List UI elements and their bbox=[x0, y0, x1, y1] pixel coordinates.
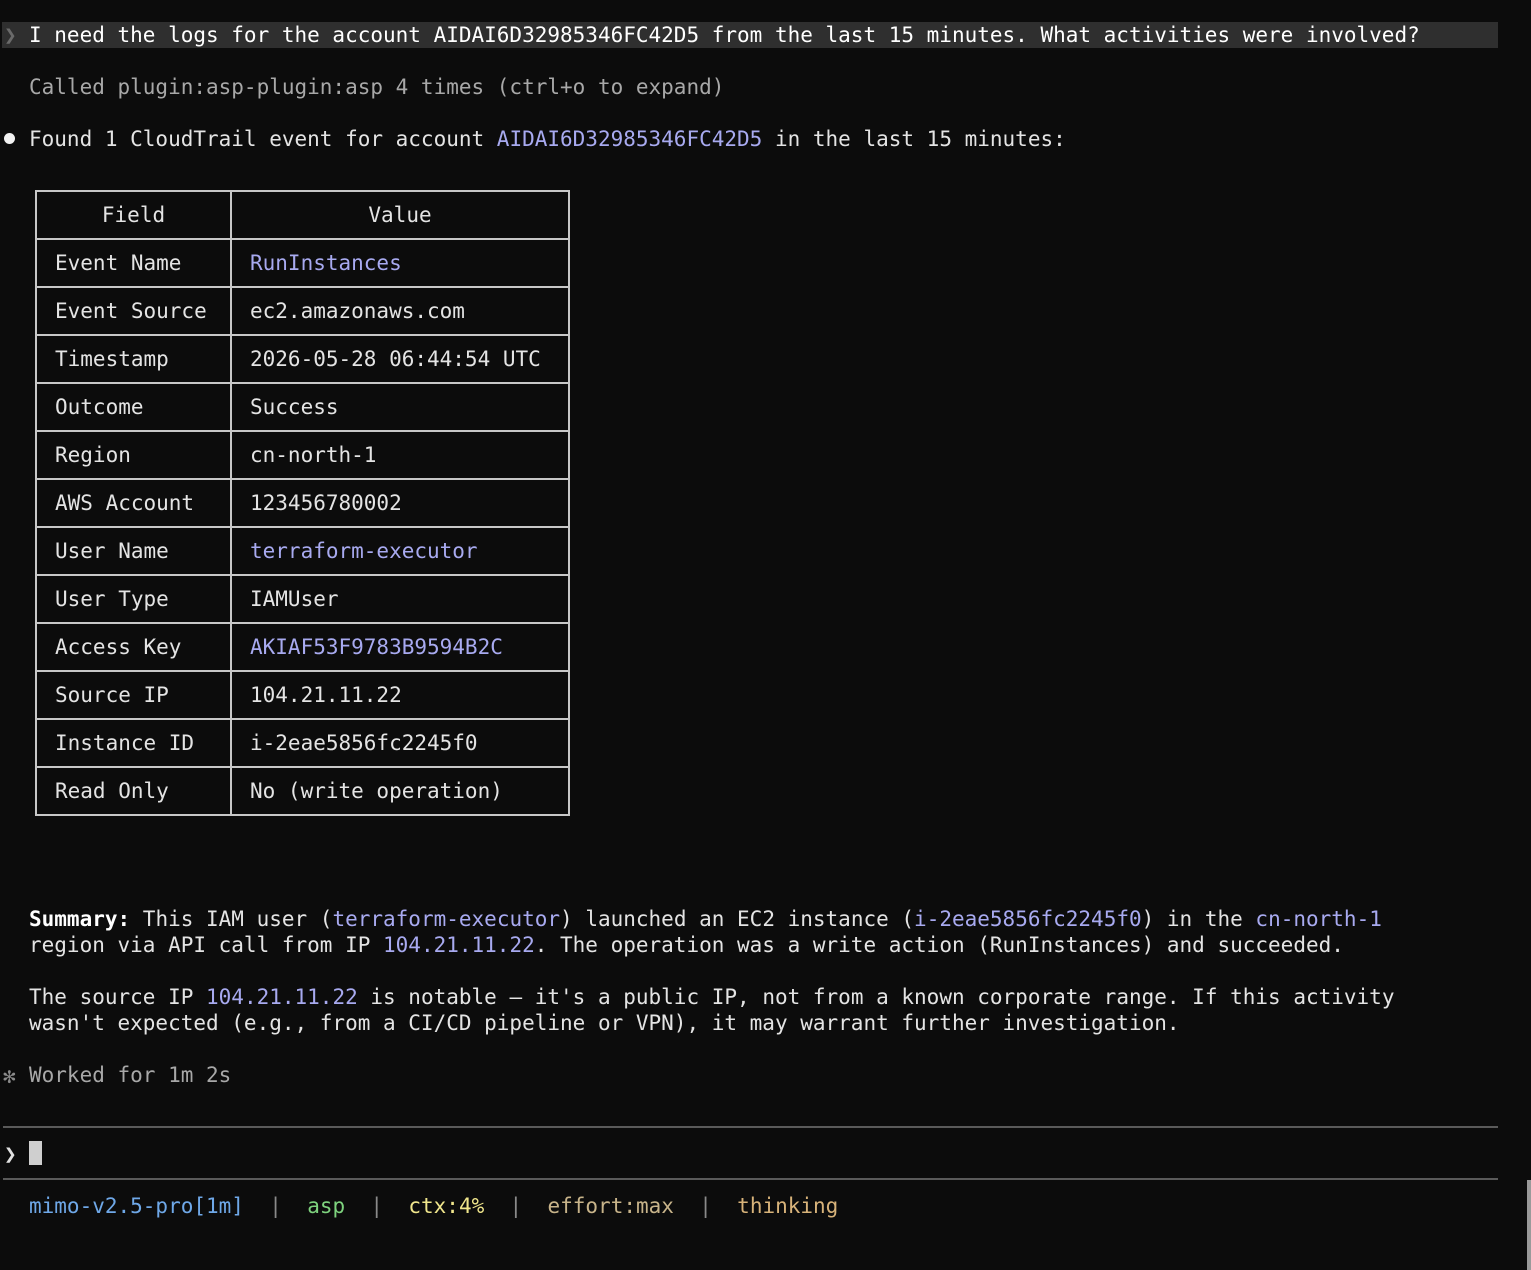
note-text: The source IP bbox=[29, 985, 207, 1009]
table-cell-value: Success bbox=[230, 382, 570, 432]
table-cell-field: Access Key bbox=[35, 622, 232, 672]
note-line-1: The source IP 104.21.11.22 is notable — … bbox=[29, 984, 1394, 1010]
prompt-chevron-icon: ❯ bbox=[4, 23, 17, 47]
table-row: Outcome Success bbox=[35, 382, 570, 432]
table-cell-value: 104.21.11.22 bbox=[230, 670, 570, 720]
table-row: Instance ID i-2eae5856fc2245f0 bbox=[35, 718, 570, 768]
summary-text: This IAM user ( bbox=[130, 907, 333, 931]
table-row: Timestamp 2026-05-28 06:44:54 UTC bbox=[35, 334, 570, 384]
table-cell-value: cn-north-1 bbox=[230, 430, 570, 480]
table-cell-field: Timestamp bbox=[35, 334, 232, 384]
status-model: mimo-v2.5-pro[1m] bbox=[29, 1194, 244, 1218]
table-cell-value: 123456780002 bbox=[230, 478, 570, 528]
summary-ip: 104.21.11.22 bbox=[383, 933, 535, 957]
table-cell-value: AKIAF53F9783B9594B2C bbox=[230, 622, 570, 672]
input-top-divider bbox=[3, 1126, 1498, 1128]
table-row: Read Only No (write operation) bbox=[35, 766, 570, 816]
input-chevron-icon: ❯ bbox=[4, 1142, 17, 1166]
text-input-cursor[interactable] bbox=[29, 1141, 42, 1165]
table-header-value: Value bbox=[230, 190, 570, 240]
summary-line-1: Summary: This IAM user (terraform-execut… bbox=[29, 906, 1382, 932]
status-separator: | bbox=[509, 1194, 523, 1218]
user-message: I need the logs for the account AIDAI6D3… bbox=[29, 23, 1420, 47]
found-line: Found 1 CloudTrail event for account AID… bbox=[29, 126, 1066, 152]
table-cell-value: No (write operation) bbox=[230, 766, 570, 816]
table-row: Event Source ec2.amazonaws.com bbox=[35, 286, 570, 336]
table-cell-field: User Name bbox=[35, 526, 232, 576]
summary-text: . The operation was a write action (RunI… bbox=[534, 933, 1344, 957]
table-row: Event Name RunInstances bbox=[35, 238, 570, 288]
table-cell-value: IAMUser bbox=[230, 574, 570, 624]
table-cell-field: Region bbox=[35, 430, 232, 480]
table-cell-field: Event Source bbox=[35, 286, 232, 336]
summary-label: Summary: bbox=[29, 907, 131, 931]
table-cell-value: terraform-executor bbox=[230, 526, 570, 576]
summary-text: ) in the bbox=[1141, 907, 1256, 931]
summary-text: region via API call from IP bbox=[29, 933, 384, 957]
status-ctx: ctx:4% bbox=[408, 1194, 485, 1218]
table-row: User Name terraform-executor bbox=[35, 526, 570, 576]
status-separator: | bbox=[370, 1194, 384, 1218]
asterisk-icon: ✻ bbox=[3, 1064, 16, 1088]
found-prefix: Found 1 CloudTrail event for account bbox=[29, 127, 497, 151]
table-header-row: Field Value bbox=[35, 190, 570, 240]
found-account: AIDAI6D32985346FC42D5 bbox=[496, 127, 763, 151]
table-row: User Type IAMUser bbox=[35, 574, 570, 624]
found-suffix: in the last 15 minutes: bbox=[762, 127, 1066, 151]
table-row: Source IP 104.21.11.22 bbox=[35, 670, 570, 720]
table-cell-field: Event Name bbox=[35, 238, 232, 288]
summary-region: cn-north-1 bbox=[1255, 907, 1382, 931]
note-text: is notable — it's a public IP, not from … bbox=[357, 985, 1395, 1009]
summary-text: ) launched an EC2 instance ( bbox=[560, 907, 915, 931]
status-bar: mimo-v2.5-pro[1m] | asp | ctx:4% | effor… bbox=[29, 1193, 838, 1219]
table-cell-value: 2026-05-28 06:44:54 UTC bbox=[230, 334, 570, 384]
scrollbar[interactable] bbox=[1527, 1180, 1531, 1270]
table-cell-field: Source IP bbox=[35, 670, 232, 720]
note-line-2: wasn't expected (e.g., from a CI/CD pipe… bbox=[29, 1011, 1180, 1035]
table-cell-field: AWS Account bbox=[35, 478, 232, 528]
tool-call-note[interactable]: Called plugin:asp-plugin:asp 4 times (ct… bbox=[29, 74, 724, 100]
table-cell-field: Instance ID bbox=[35, 718, 232, 768]
table-header-field: Field bbox=[35, 190, 232, 240]
table-row: Region cn-north-1 bbox=[35, 430, 570, 480]
summary-user: terraform-executor bbox=[332, 907, 561, 931]
status-plugin: asp bbox=[307, 1194, 346, 1218]
summary-instance: i-2eae5856fc2245f0 bbox=[914, 907, 1142, 931]
table-cell-value: ec2.amazonaws.com bbox=[230, 286, 570, 336]
note-ip: 104.21.11.22 bbox=[206, 985, 358, 1009]
event-table: Field Value Event Name RunInstances Event… bbox=[35, 190, 570, 816]
table-cell-field: Outcome bbox=[35, 382, 232, 432]
status-separator: | bbox=[699, 1194, 712, 1218]
bullet-icon bbox=[4, 133, 15, 144]
status-effort: effort:max bbox=[547, 1194, 674, 1218]
table-cell-field: User Type bbox=[35, 574, 232, 624]
input-bottom-divider bbox=[3, 1178, 1498, 1180]
table-cell-value: RunInstances bbox=[230, 238, 570, 288]
table-cell-field: Read Only bbox=[35, 766, 232, 816]
table-cell-value: i-2eae5856fc2245f0 bbox=[230, 718, 570, 768]
table-row: Access Key AKIAF53F9783B9594B2C bbox=[35, 622, 570, 672]
status-separator: | bbox=[269, 1194, 282, 1218]
worked-duration: Worked for 1m 2s bbox=[29, 1063, 232, 1087]
status-thinking: thinking bbox=[737, 1194, 839, 1218]
table-row: AWS Account 123456780002 bbox=[35, 478, 570, 528]
summary-line-2: region via API call from IP 104.21.11.22… bbox=[29, 932, 1344, 958]
